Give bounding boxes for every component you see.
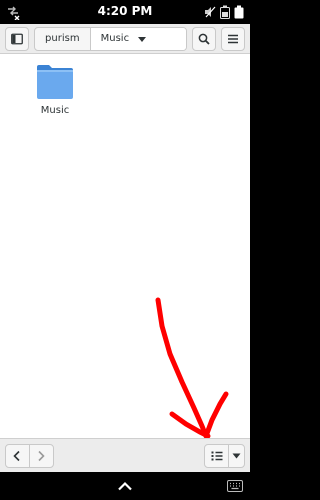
- hamburger-menu-icon: [228, 34, 238, 44]
- path-item-label: Music: [100, 33, 130, 44]
- battery-icon: [220, 5, 230, 19]
- sidebar-toggle-icon: [11, 33, 23, 45]
- header-bar: purism Music: [0, 24, 250, 54]
- show-keyboard-button[interactable]: [115, 478, 135, 494]
- view-switcher: [204, 444, 245, 468]
- files-window: purism Music Music: [0, 24, 250, 472]
- list-view-button[interactable]: [205, 445, 229, 467]
- chevron-up-icon: [118, 481, 132, 491]
- search-button[interactable]: [192, 27, 216, 51]
- path-item-purism[interactable]: purism: [35, 28, 91, 50]
- keyboard-icon: [227, 480, 243, 492]
- menu-button[interactable]: [221, 27, 245, 51]
- volume-muted-icon: [205, 6, 216, 18]
- view-options-button[interactable]: [229, 445, 244, 467]
- back-button[interactable]: [6, 445, 30, 467]
- osk-bar: [0, 472, 250, 500]
- status-icons: [204, 4, 244, 20]
- chevron-right-icon: [38, 450, 45, 462]
- path-bar: purism Music: [34, 27, 187, 51]
- status-bar: 4:20 PM: [0, 0, 250, 24]
- list-view-icon: [211, 451, 222, 461]
- navigation-buttons: [5, 444, 54, 468]
- chevron-left-icon: [13, 450, 20, 462]
- red-arrow-annotation: [155, 297, 229, 439]
- battery-full-icon: [234, 5, 244, 19]
- bottom-bar: [0, 438, 250, 472]
- chevron-down-icon: [232, 453, 241, 459]
- folder-item-music[interactable]: Music: [30, 64, 80, 144]
- chevron-down-icon: [138, 37, 146, 42]
- keyboard-button[interactable]: [226, 478, 244, 494]
- path-item-music[interactable]: Music: [90, 28, 186, 50]
- folder-label: Music: [40, 105, 70, 116]
- folder-icon: [37, 65, 73, 99]
- search-icon: [198, 33, 210, 45]
- sidebar-toggle-button[interactable]: [5, 27, 29, 51]
- forward-button[interactable]: [30, 445, 53, 467]
